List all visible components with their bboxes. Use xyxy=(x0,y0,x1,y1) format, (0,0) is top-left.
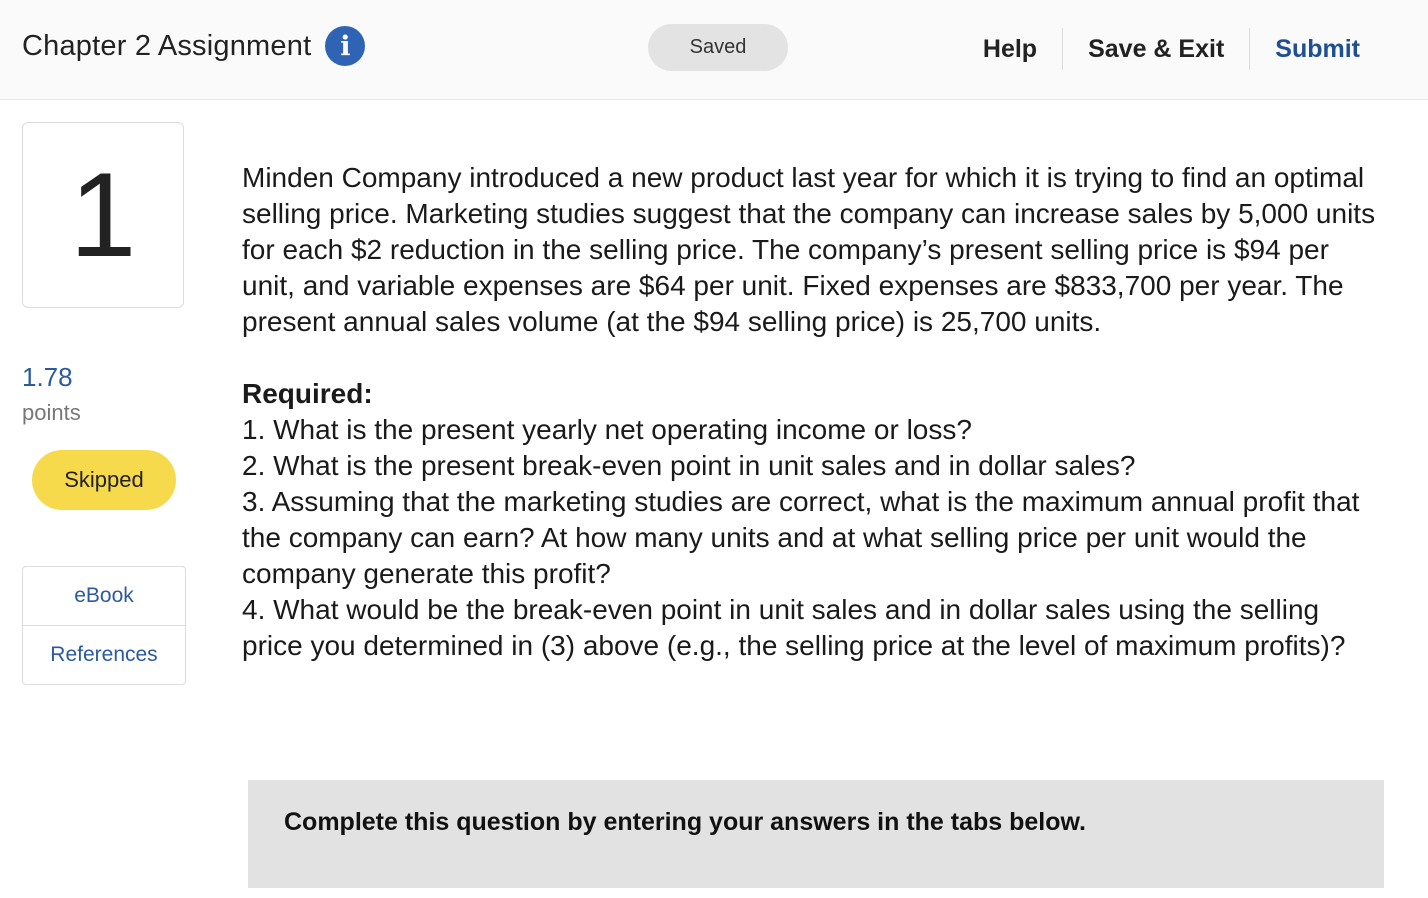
requirement-item: 2. What is the present break-even point … xyxy=(242,450,1136,481)
skipped-status-badge: Skipped xyxy=(32,450,176,510)
help-button[interactable]: Help xyxy=(958,28,1062,70)
save-exit-button[interactable]: Save & Exit xyxy=(1063,28,1249,70)
info-icon[interactable]: i xyxy=(325,26,366,66)
instruction-panel: Complete this question by entering your … xyxy=(248,780,1384,888)
top-header: Chapter 2 Assignment i Saved Help Save &… xyxy=(0,0,1428,100)
header-nav: Help Save & Exit Submit xyxy=(958,28,1428,70)
requirement-item: 1. What is the present yearly net operat… xyxy=(242,414,972,445)
question-body: Minden Company introduced a new product … xyxy=(242,160,1382,664)
points-label: points xyxy=(22,400,81,425)
requirement-item: 4. What would be the break-even point in… xyxy=(242,594,1346,661)
question-paragraph: Minden Company introduced a new product … xyxy=(242,162,1376,337)
requirement-item: 3. Assuming that the marketing studies a… xyxy=(242,486,1360,589)
submit-button[interactable]: Submit xyxy=(1250,28,1428,70)
instruction-text: Complete this question by entering your … xyxy=(284,808,1086,836)
resources-panel: eBook References xyxy=(22,566,186,685)
assignment-title-group: Chapter 2 Assignment i xyxy=(22,26,366,66)
question-number: 1 xyxy=(22,122,184,308)
assignment-title: Chapter 2 Assignment xyxy=(22,29,312,62)
points-value: 1.78 xyxy=(22,362,73,392)
ebook-link[interactable]: eBook xyxy=(23,567,185,625)
references-link[interactable]: References xyxy=(23,625,185,684)
saved-status-badge: Saved xyxy=(648,24,788,71)
required-heading: Required: xyxy=(242,378,373,409)
